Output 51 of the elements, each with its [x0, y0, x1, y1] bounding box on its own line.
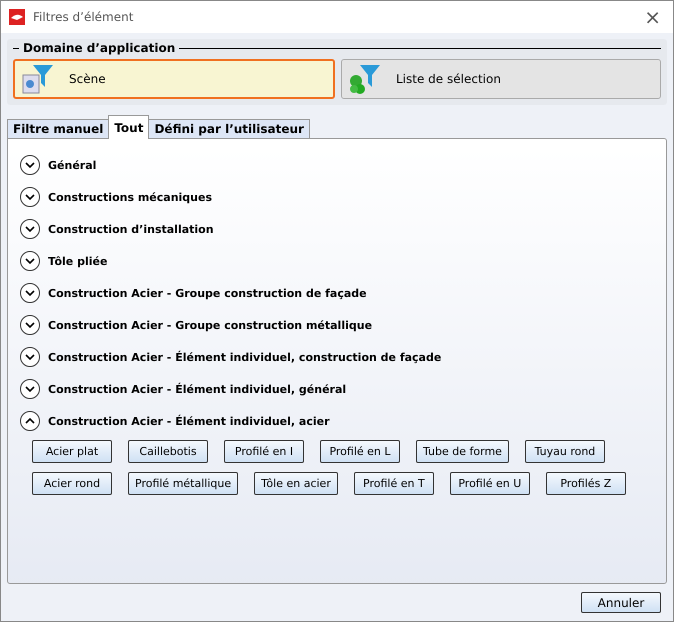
group-title: Domaine d’application	[23, 41, 176, 55]
chevron-down-icon	[25, 257, 35, 265]
chevron-down-icon	[25, 321, 35, 329]
chevron-down-icon	[25, 289, 35, 297]
chevron-up-icon	[25, 417, 35, 425]
window-title: Filtres d’élément	[33, 10, 134, 24]
section-title: Construction Acier - Élément individuel, général	[48, 382, 346, 396]
filter-button[interactable]: Acier plat	[32, 440, 112, 463]
cancel-button[interactable]: Annuler	[581, 592, 661, 613]
domain-option[interactable]: Liste de sélection	[341, 59, 661, 99]
tab[interactable]: Tout	[108, 115, 150, 139]
chevron-down-icon	[25, 225, 35, 233]
section-title: Construction d’installation	[48, 222, 214, 236]
expand-button[interactable]	[20, 187, 40, 207]
domain-option[interactable]: Scène	[13, 59, 335, 99]
app-logo-icon	[9, 9, 25, 25]
expand-button[interactable]	[20, 283, 40, 303]
section-title: Général	[48, 158, 96, 172]
chevron-down-icon	[25, 353, 35, 361]
filter-button[interactable]: Profilé en I	[224, 440, 304, 463]
section-title: Tôle pliée	[48, 254, 108, 268]
collapse-button[interactable]	[20, 411, 40, 431]
chevron-down-icon	[25, 193, 35, 201]
filter-button[interactable]: Profilé en U	[450, 472, 530, 495]
filter-button[interactable]: Profilé en L	[320, 440, 400, 463]
expand-button[interactable]	[20, 251, 40, 271]
section-title: Construction Acier - Groupe construction métallique	[48, 318, 372, 332]
tab[interactable]: Filtre manuel	[7, 119, 110, 139]
close-button[interactable]: ×	[640, 5, 665, 29]
filter-gears-icon	[348, 63, 382, 95]
expand-button[interactable]	[20, 347, 40, 367]
filter-button[interactable]: Profilé en T	[354, 472, 434, 495]
section-title: Construction Acier - Groupe construction de façade	[48, 286, 367, 300]
filter-button[interactable]: Profilés Z	[546, 472, 626, 495]
expand-button[interactable]	[20, 155, 40, 175]
chevron-down-icon	[25, 385, 35, 393]
chevron-down-icon	[25, 161, 35, 169]
expand-button[interactable]	[20, 379, 40, 399]
expand-button[interactable]	[20, 315, 40, 335]
filter-button[interactable]: Tôle en acier	[254, 472, 338, 495]
expand-button[interactable]	[20, 219, 40, 239]
section-title: Construction Acier - Élément individuel, acier	[48, 414, 330, 428]
filter-button[interactable]: Acier rond	[32, 472, 112, 495]
filter-button[interactable]: Tuyau rond	[524, 440, 605, 463]
filter-button[interactable]: Tube de forme	[416, 440, 509, 463]
section-title: Constructions mécaniques	[48, 190, 212, 204]
filter-button[interactable]: Profilé métallique	[128, 472, 238, 495]
tab[interactable]: Défini par l’utilisateur	[148, 119, 310, 139]
filter-scene-icon	[21, 63, 55, 95]
filter-button[interactable]: Caillebotis	[128, 440, 208, 463]
section-title: Construction Acier - Élément individuel, construction de façade	[48, 350, 442, 364]
